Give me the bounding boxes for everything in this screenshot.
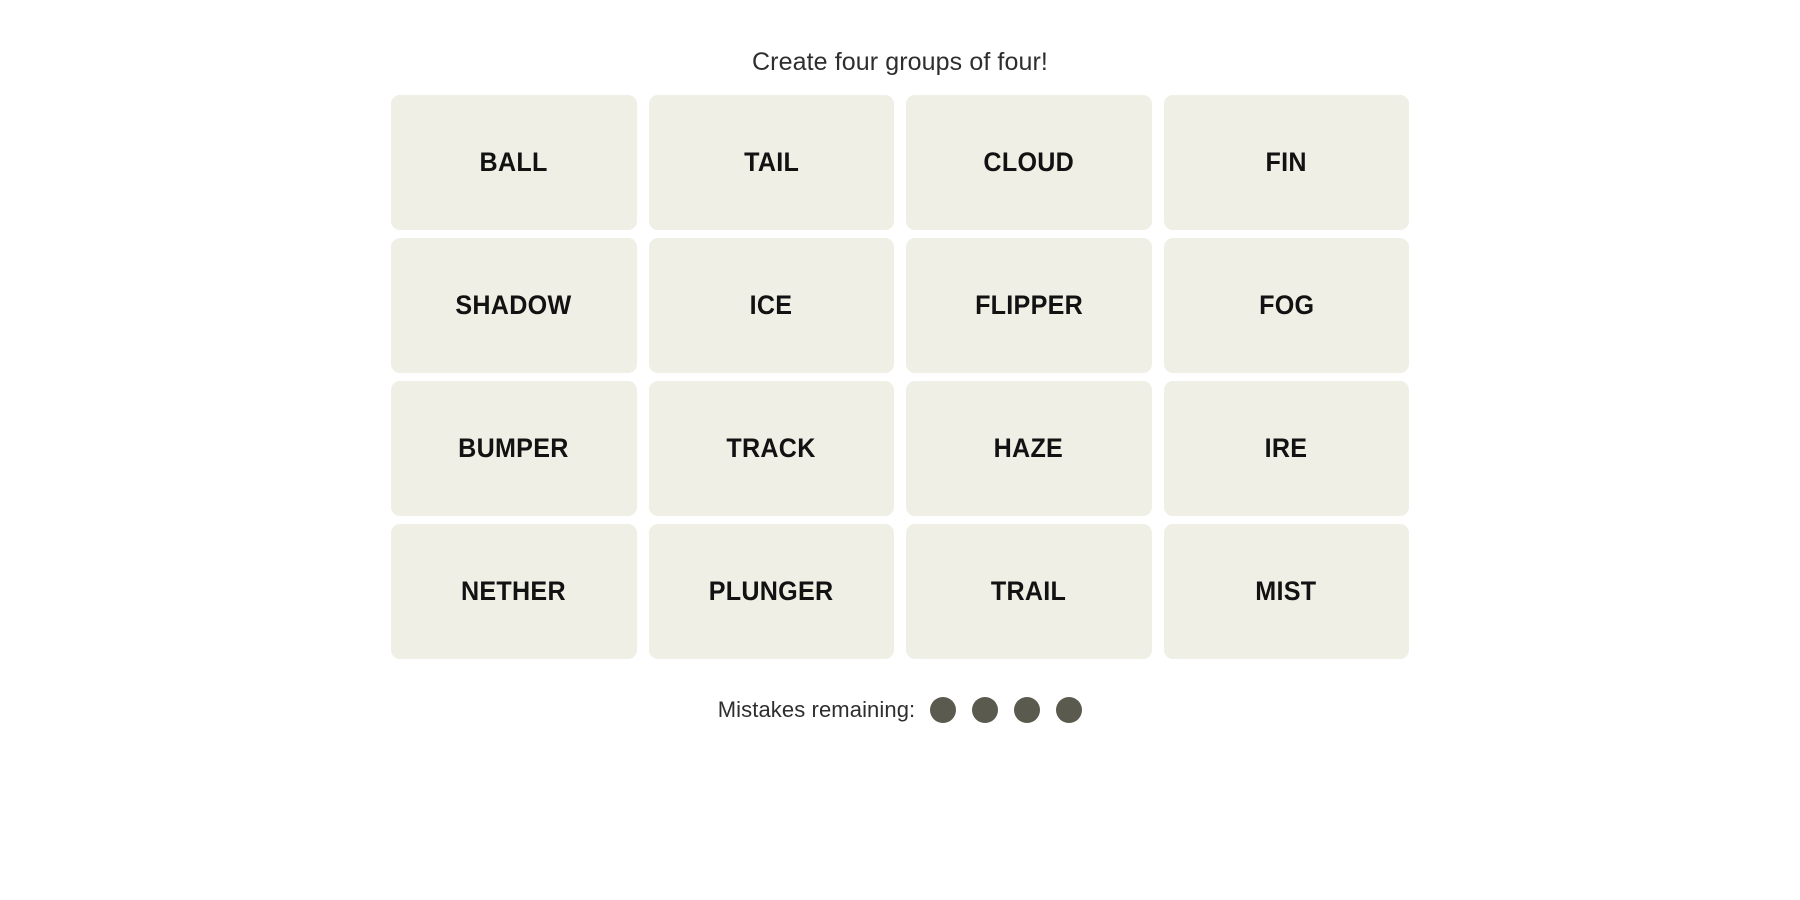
word-tile[interactable]: ICE	[648, 238, 894, 373]
word-tile[interactable]: FOG	[1163, 238, 1409, 373]
mistake-dot	[1056, 697, 1083, 723]
page-title: Create four groups of four!	[752, 48, 1048, 76]
word-tile[interactable]: CLOUD	[906, 95, 1152, 230]
word-tile[interactable]: TAIL	[648, 95, 894, 230]
mistakes-remaining-label: Mistakes remaining:	[717, 697, 916, 722]
word-tile-label: BALL	[479, 147, 548, 177]
word-tile[interactable]: SHADOW	[391, 238, 637, 373]
word-tile[interactable]: TRAIL	[906, 524, 1152, 659]
word-tile-label: MIST	[1255, 576, 1317, 606]
word-tile[interactable]: NETHER	[391, 524, 637, 659]
word-tile[interactable]: BUMPER	[391, 381, 637, 516]
word-tile-label: HAZE	[994, 433, 1064, 463]
word-tile-label: TAIL	[743, 147, 799, 177]
mistake-dot	[930, 697, 957, 723]
word-tile-label: NETHER	[461, 576, 567, 606]
word-tile[interactable]: PLUNGER	[648, 524, 894, 659]
word-tile-label: FLIPPER	[974, 290, 1083, 320]
word-tile-label: SHADOW	[455, 290, 572, 320]
mistake-dot	[1014, 697, 1041, 723]
mistake-dot	[972, 697, 999, 723]
word-tile-label: CLOUD	[983, 147, 1075, 177]
word-tile-label: BUMPER	[458, 433, 569, 463]
word-tile[interactable]: FLIPPER	[906, 238, 1152, 373]
connections-game: Create four groups of four! BALL TAIL CLOU…	[0, 0, 1800, 900]
mistakes-remaining-bar: Mistakes remaining:	[391, 697, 1409, 723]
word-tile[interactable]: HAZE	[906, 381, 1152, 516]
word-tile-label: PLUNGER	[708, 576, 834, 606]
word-tile-label: FOG	[1258, 290, 1314, 320]
word-tile-grid: BALL TAIL CLOUD FIN SHADOW ICE FLIPPER FOG BUMPE…	[391, 95, 1409, 659]
word-tile[interactable]: IRE	[1163, 381, 1409, 516]
word-tile-label: IRE	[1264, 433, 1308, 463]
word-tile-label: ICE	[749, 290, 793, 320]
word-tile[interactable]: TRACK	[648, 381, 894, 516]
word-tile-label: TRAIL	[991, 576, 1067, 606]
word-tile[interactable]: BALL	[391, 95, 637, 230]
word-tile[interactable]: MIST	[1163, 524, 1409, 659]
word-tile[interactable]: FIN	[1163, 95, 1409, 230]
word-tile-label: FIN	[1265, 147, 1307, 177]
mistake-dot-group	[930, 697, 1083, 723]
word-tile-label: TRACK	[726, 433, 816, 463]
